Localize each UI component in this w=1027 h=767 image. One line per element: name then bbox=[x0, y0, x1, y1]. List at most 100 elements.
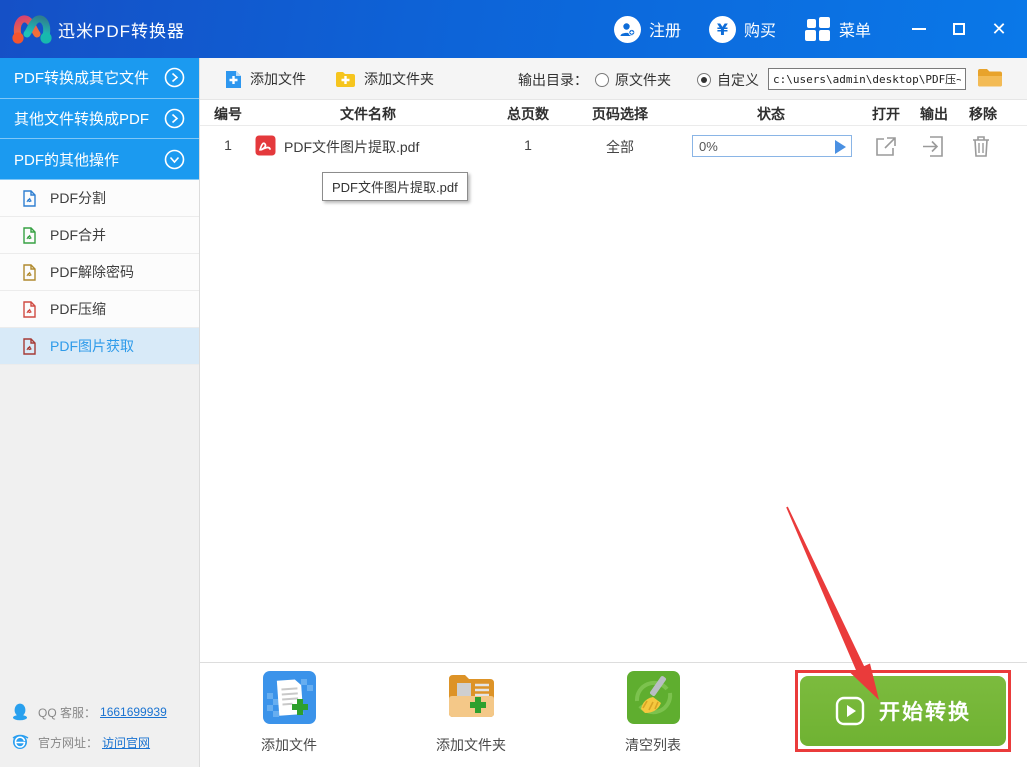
row-pagerange[interactable]: 全部 bbox=[606, 137, 634, 157]
qq-number-link[interactable]: 1661699939 bbox=[100, 705, 167, 719]
start-convert-label: 开始转换 bbox=[879, 696, 971, 726]
chevron-right-circle-icon bbox=[164, 108, 185, 129]
col-pagerange: 页码选择 bbox=[592, 104, 648, 124]
col-status: 状态 bbox=[757, 104, 785, 124]
maximize-icon bbox=[953, 23, 965, 35]
buy-button[interactable]: ¥ 购买 bbox=[709, 16, 776, 43]
chevron-right-circle-icon bbox=[164, 67, 185, 88]
start-convert-button[interactable]: 开始转换 bbox=[800, 676, 1006, 746]
col-pages: 总页数 bbox=[507, 104, 549, 124]
row-number: 1 bbox=[224, 137, 232, 153]
toolbar: 添加文件 添加文件夹 输出目录： 原文件夹 自定义 bbox=[200, 58, 1027, 100]
browser-e-icon bbox=[10, 732, 30, 752]
app-window: 迅米PDF转换器 注册 ¥ 购买 bbox=[0, 0, 1027, 767]
add-file-big-label: 添加文件 bbox=[234, 735, 344, 755]
sidebar: PDF转换成其它文件 其他文件转换成PDF PDF的其他操作 P bbox=[0, 58, 200, 767]
filename-tooltip: PDF文件图片提取.pdf bbox=[322, 172, 468, 201]
sidebar-group-pdf-to-other[interactable]: PDF转换成其它文件 bbox=[0, 58, 199, 99]
add-file-icon bbox=[225, 70, 242, 89]
clear-list-big-button[interactable]: 清空列表 bbox=[598, 671, 708, 755]
sidebar-item-label: PDF压缩 bbox=[50, 299, 106, 319]
sidebar-item-label: PDF合并 bbox=[50, 225, 106, 245]
add-folder-big-label: 添加文件夹 bbox=[416, 735, 526, 755]
close-button[interactable]: ✕ bbox=[979, 11, 1019, 47]
radio-checked-icon bbox=[697, 73, 711, 87]
minimize-icon bbox=[912, 28, 926, 30]
progress-bar: 0% bbox=[692, 135, 852, 157]
col-number: 编号 bbox=[214, 104, 242, 124]
table-header: 编号 文件名称 总页数 页码选择 状态 打开 输出 移除 bbox=[200, 100, 1027, 126]
menu-button[interactable]: 菜单 bbox=[804, 16, 871, 42]
buy-label: 购买 bbox=[744, 17, 776, 41]
radio-original-folder[interactable]: 原文件夹 bbox=[595, 70, 671, 90]
title-bar: 迅米PDF转换器 注册 ¥ 购买 bbox=[0, 0, 1027, 58]
radio-original-label: 原文件夹 bbox=[615, 70, 671, 90]
progress-percent: 0% bbox=[699, 139, 718, 154]
col-open: 打开 bbox=[872, 104, 900, 124]
start-play-icon bbox=[835, 696, 865, 726]
col-output: 输出 bbox=[920, 104, 948, 124]
add-folder-big-button[interactable]: 添加文件夹 bbox=[416, 671, 526, 755]
sidebar-item-pdf-merge[interactable]: PDF合并 bbox=[0, 217, 199, 254]
clear-list-big-label: 清空列表 bbox=[598, 735, 708, 755]
sidebar-item-pdf-split[interactable]: PDF分割 bbox=[0, 180, 199, 217]
col-remove: 移除 bbox=[969, 104, 997, 124]
add-file-button[interactable]: 添加文件 bbox=[225, 58, 306, 100]
minimize-button[interactable] bbox=[899, 11, 939, 47]
sidebar-item-label: PDF分割 bbox=[50, 188, 106, 208]
pdf-doc-icon bbox=[22, 338, 37, 355]
add-file-label: 添加文件 bbox=[250, 69, 306, 89]
add-file-big-button[interactable]: 添加文件 bbox=[234, 671, 344, 755]
radio-unchecked-icon bbox=[595, 73, 609, 87]
add-folder-big-icon bbox=[445, 671, 498, 724]
remove-trash-icon[interactable] bbox=[971, 135, 991, 163]
col-filename: 文件名称 bbox=[340, 104, 396, 124]
pdf-file-icon bbox=[255, 135, 276, 161]
add-folder-label: 添加文件夹 bbox=[364, 69, 434, 89]
qq-service-label: QQ 客服： bbox=[38, 704, 96, 721]
add-folder-button[interactable]: 添加文件夹 bbox=[335, 58, 434, 100]
menu-label: 菜单 bbox=[839, 17, 871, 41]
group-label: PDF的其他操作 bbox=[14, 149, 164, 170]
sidebar-item-pdf-compress[interactable]: PDF压缩 bbox=[0, 291, 199, 328]
register-user-icon bbox=[614, 16, 641, 43]
progress-play-icon[interactable] bbox=[835, 140, 846, 154]
add-folder-icon bbox=[335, 71, 356, 88]
sidebar-item-label: PDF图片获取 bbox=[50, 336, 134, 356]
yuan-icon: ¥ bbox=[709, 16, 736, 43]
group-label: PDF转换成其它文件 bbox=[14, 67, 164, 88]
pdf-doc-icon bbox=[22, 264, 37, 281]
pdf-doc-icon bbox=[22, 301, 37, 318]
sidebar-group-other-to-pdf[interactable]: 其他文件转换成PDF bbox=[0, 99, 199, 140]
clear-list-big-icon bbox=[627, 671, 680, 724]
output-path-input[interactable] bbox=[768, 68, 966, 90]
sidebar-item-pdf-remove-password[interactable]: PDF解除密码 bbox=[0, 254, 199, 291]
group-label: 其他文件转换成PDF bbox=[14, 108, 164, 129]
main-panel: 添加文件 添加文件夹 输出目录： 原文件夹 自定义 bbox=[200, 58, 1027, 767]
menu-grid-icon bbox=[804, 16, 830, 42]
radio-custom-label: 自定义 bbox=[717, 70, 759, 90]
chevron-down-circle-icon bbox=[164, 149, 185, 170]
radio-custom-folder[interactable]: 自定义 bbox=[697, 70, 759, 90]
output-dir-label: 输出目录： bbox=[518, 70, 588, 90]
app-logo-icon bbox=[10, 9, 54, 49]
register-label: 注册 bbox=[649, 17, 681, 41]
visit-site-link[interactable]: 访问官网 bbox=[102, 734, 150, 751]
maximize-button[interactable] bbox=[939, 11, 979, 47]
app-title: 迅米PDF转换器 bbox=[58, 17, 185, 42]
register-button[interactable]: 注册 bbox=[614, 16, 681, 43]
sidebar-group-pdf-other-ops[interactable]: PDF的其他操作 bbox=[0, 139, 199, 180]
sidebar-footer: QQ 客服： 1661699939 官方网址： 访问官网 bbox=[0, 697, 200, 757]
sidebar-item-pdf-image-extract[interactable]: PDF图片获取 bbox=[0, 328, 199, 365]
close-icon: ✕ bbox=[991, 20, 1006, 38]
open-file-icon[interactable] bbox=[874, 135, 898, 163]
add-file-big-icon bbox=[263, 671, 316, 724]
browse-folder-button[interactable] bbox=[976, 66, 1004, 92]
row-pages: 1 bbox=[524, 137, 532, 153]
pdf-doc-icon bbox=[22, 190, 37, 207]
pdf-doc-icon bbox=[22, 227, 37, 244]
output-file-icon[interactable] bbox=[922, 135, 944, 163]
official-site-label: 官方网址： bbox=[38, 734, 98, 751]
table-row: 1 PDF文件图片提取.pdf 1 全部 0% bbox=[200, 126, 1027, 166]
browse-folder-icon bbox=[977, 67, 1003, 89]
